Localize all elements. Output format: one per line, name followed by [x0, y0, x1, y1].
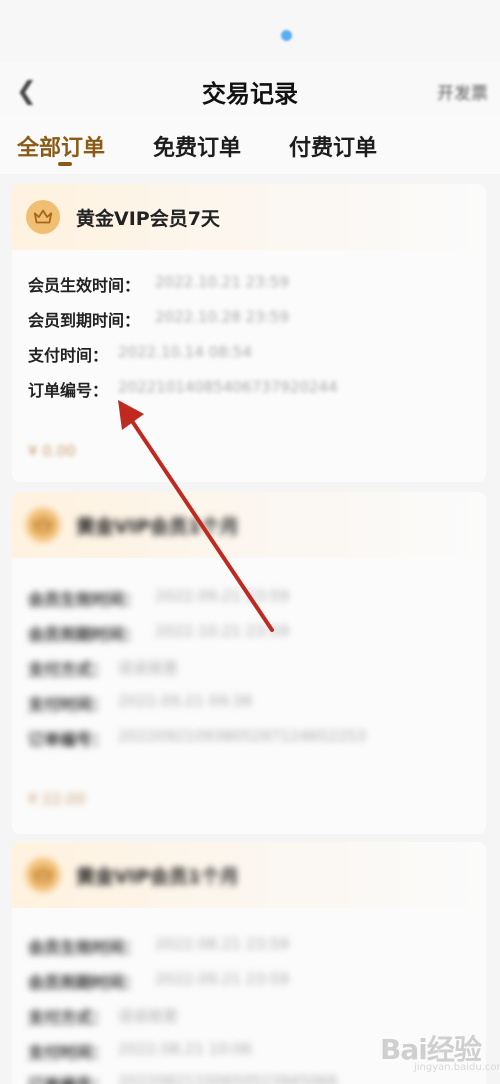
order-field-value: 2022.10.21 23:59: [155, 622, 289, 640]
order-field-label: 支付时间：: [28, 695, 109, 714]
order-field-value: 20221014085406737920244: [118, 378, 338, 396]
order-field-value: 20220821100650523945066: [118, 1072, 338, 1084]
order-field-label: 会员生效时间：: [28, 590, 141, 609]
order-field-label: 会员到期时间：: [28, 311, 141, 330]
order-card[interactable]: 黄金VIP会员7天 会员生效时间： 2022.10.21 23:59 会员到期时…: [12, 184, 486, 482]
status-bar: [0, 0, 500, 62]
order-field-label: 支付方式：: [28, 1008, 109, 1027]
order-field-label: 支付方式：: [28, 660, 109, 679]
order-field-value: 2022.09.21 09:38: [118, 692, 252, 710]
order-field-value: 2022.08.21 10:06: [118, 1040, 252, 1058]
page-title: 交易记录: [202, 80, 298, 108]
order-field-value: 2022.10.14 08:54: [118, 343, 252, 361]
order-title: 黄金VIP会员7天: [76, 208, 220, 230]
crown-icon: [26, 508, 60, 542]
order-field-value: 2022.08.21 23:59: [155, 935, 289, 953]
order-field-value: 2022.09.21 23:59: [155, 587, 289, 605]
order-field-label: 会员生效时间：: [28, 276, 141, 295]
order-field-value: 话说就是: [118, 1007, 179, 1025]
order-field-label: 订单编号：: [28, 1071, 108, 1084]
order-field-value: 20220921093805297124652253: [118, 727, 367, 745]
tab-free-orders[interactable]: 免费订单: [153, 130, 241, 162]
order-field-label: 会员生效时间：: [28, 938, 141, 957]
order-field-label: 订单编号：: [28, 381, 109, 400]
order-field-value: 2022.09.21 23:59: [155, 970, 289, 988]
order-price: ¥ 0.00: [28, 442, 76, 460]
order-field-label: 支付时间：: [28, 346, 109, 365]
invoice-button[interactable]: 开发票: [437, 79, 488, 104]
order-field-value: 话说就是: [118, 659, 179, 677]
transaction-records-screen: ❮ 交易记录 开发票 全部订单 免费订单 付费订单 黄金VIP会员7天 会员生效…: [0, 0, 500, 1084]
order-field-label: 订单编号：: [28, 730, 109, 749]
order-tabs: 全部订单 免费订单 付费订单: [0, 116, 500, 174]
order-field-label: 会员到期时间：: [28, 973, 141, 992]
status-indicator-dot: [281, 30, 292, 41]
order-field-label: 会员到期时间：: [28, 625, 141, 644]
active-tab-indicator: [58, 162, 72, 166]
order-field-value: 2022.10.21 23:59: [155, 273, 289, 291]
order-card[interactable]: 黄金VIP会员1个月 会员生效时间： 2022.09.21 23:59 会员到期…: [12, 492, 486, 834]
order-price: ¥ 22.00: [28, 790, 86, 808]
crown-icon: [26, 858, 60, 892]
tab-all-orders[interactable]: 全部订单: [17, 130, 105, 162]
navigation-bar: ❮ 交易记录 开发票: [0, 62, 500, 116]
watermark-subtext: jingyan.baidu.com: [414, 1062, 500, 1073]
baidu-watermark: Bai经验 jingyan.baidu.com: [380, 1028, 500, 1073]
crown-icon: [26, 200, 60, 234]
order-field-value: 2022.10.28 23:59: [155, 308, 289, 326]
order-title: 黄金VIP会员1个月: [76, 516, 239, 538]
order-field-label: 支付时间：: [28, 1043, 109, 1062]
order-title: 黄金VIP会员1个月: [76, 866, 239, 888]
tab-paid-orders[interactable]: 付费订单: [289, 130, 377, 162]
